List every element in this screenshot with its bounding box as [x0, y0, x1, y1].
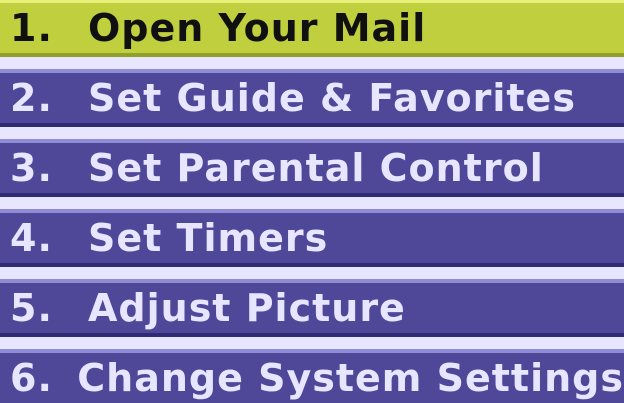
menu-item-set-timers[interactable]: 4. Set Timers [0, 209, 624, 267]
menu-item-open-your-mail[interactable]: 1. Open Your Mail [0, 0, 624, 57]
menu-item-set-guide-favorites[interactable]: 2. Set Guide & Favorites [0, 69, 624, 127]
menu-item-adjust-picture[interactable]: 5. Adjust Picture [0, 279, 624, 337]
menu-item-number: 6. [10, 356, 53, 400]
menu-item-change-system-settings[interactable]: 6. Change System Settings [0, 349, 624, 403]
menu-item-number: 5. [10, 286, 53, 330]
menu-item-label: Open Your Mail [88, 6, 427, 50]
menu-item-number: 3. [10, 146, 53, 190]
menu-item-label: Set Timers [88, 216, 329, 260]
menu-item-number: 1. [10, 6, 53, 50]
menu-item-set-parental-control[interactable]: 3. Set Parental Control [0, 139, 624, 197]
menu-item-number: 4. [10, 216, 53, 260]
menu-item-label: Change System Settings [77, 356, 624, 400]
menu-item-label: Adjust Picture [88, 286, 406, 330]
menu-item-number: 2. [10, 76, 53, 120]
menu-item-label: Set Guide & Favorites [88, 76, 576, 120]
menu-item-label: Set Parental Control [88, 146, 544, 190]
main-menu: 1. Open Your Mail 2. Set Guide & Favorit… [0, 0, 624, 403]
